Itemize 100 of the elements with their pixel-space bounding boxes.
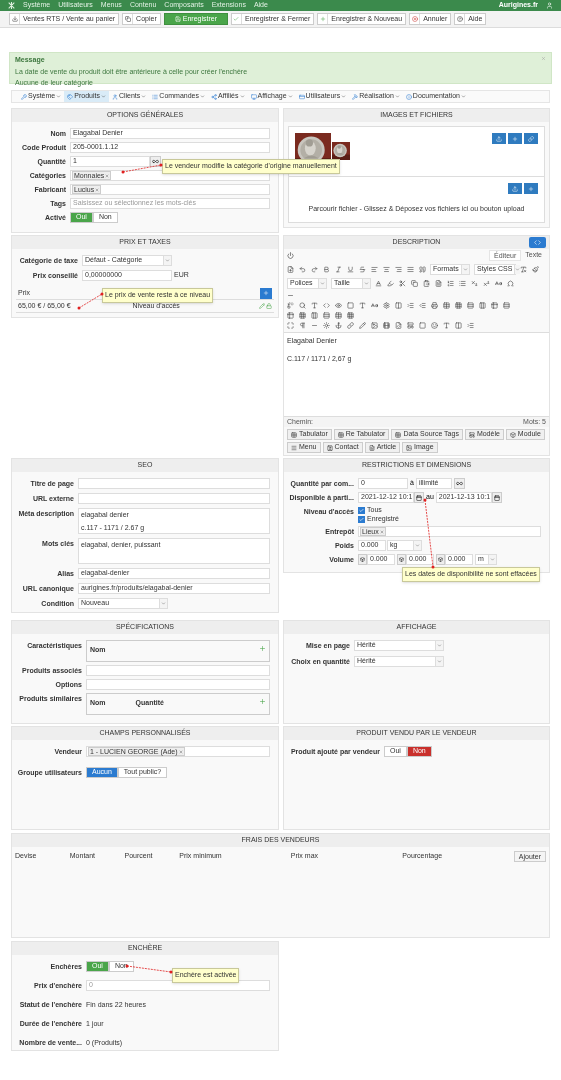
cell-icon[interactable] [287,312,294,319]
style-icon[interactable] [443,322,450,329]
text-field[interactable] [86,665,270,676]
caret-icon [239,94,245,99]
quote-icon[interactable] [419,266,426,273]
rows-icon[interactable] [467,302,474,309]
clear-format-icon[interactable] [520,266,527,273]
paste-text-icon[interactable] [435,280,442,287]
align-justify-icon[interactable] [407,266,414,273]
link-button[interactable] [524,133,538,144]
fullscreen-icon[interactable] [287,322,294,329]
template-icon[interactable] [407,322,414,329]
cube-icon [360,557,365,562]
code-toggle-button[interactable] [529,237,546,248]
outdent-icon[interactable] [419,302,426,309]
settings-icon[interactable] [383,302,390,309]
text-field[interactable] [78,478,270,489]
align-left-icon[interactable] [371,266,378,273]
plus-icon[interactable] [259,698,266,705]
table-props-icon[interactable] [335,312,342,319]
highlighter-icon[interactable] [387,280,394,287]
strikethrough-icon[interactable] [359,266,366,273]
numbered-list-icon[interactable] [447,280,454,287]
printer-icon[interactable] [431,302,438,309]
search-icon[interactable] [299,302,306,309]
infinity-icon [455,480,463,487]
cut-icon[interactable] [399,280,406,287]
box-icon[interactable] [419,322,426,329]
hr-icon[interactable] [311,322,318,329]
row-insert-icon[interactable] [503,302,510,309]
link-icon[interactable] [347,322,354,329]
paintbrush-icon[interactable] [532,266,539,273]
add-button[interactable] [508,133,522,144]
pilcrow-icon[interactable] [299,322,306,329]
sun-icon[interactable] [323,322,330,329]
image-icon[interactable] [371,322,378,329]
align-center-icon[interactable] [383,266,390,273]
caret-icon [320,281,325,286]
table-icon [337,431,344,438]
paste-icon[interactable] [423,280,430,287]
emoji-icon[interactable] [431,322,438,329]
insert-icon[interactable] [467,322,474,329]
font-case-icon[interactable] [371,302,378,309]
file-code-icon[interactable] [395,322,402,329]
text-field[interactable] [86,679,270,690]
italic-icon[interactable] [335,266,342,273]
checkbox[interactable] [358,506,365,514]
case-icon[interactable] [495,280,502,287]
add-button[interactable] [260,287,272,299]
delete-row-icon[interactable] [323,312,330,319]
preview-icon[interactable] [335,302,342,309]
grid-icon[interactable] [455,302,462,309]
replace-icon[interactable] [287,302,294,309]
table-columns-icon[interactable] [479,302,486,309]
calendar-button[interactable] [414,492,424,503]
table-icon[interactable] [443,302,450,309]
tags-icon [67,93,74,100]
superscript-icon[interactable] [483,280,490,287]
plus-icon[interactable] [259,645,266,652]
text-field[interactable] [78,493,270,504]
indent-icon[interactable] [407,302,414,309]
user-icon[interactable] [546,2,553,9]
caret-icon [341,94,347,99]
lock-icon[interactable] [266,303,272,309]
infinity-button[interactable] [150,156,161,167]
underline-icon[interactable] [347,266,354,273]
split-cells-icon[interactable] [311,312,318,319]
checkbox[interactable] [358,515,365,523]
font-size-icon[interactable] [359,302,366,309]
pencil-icon[interactable] [259,303,265,309]
copy-icon[interactable] [411,280,418,287]
table-cells-icon[interactable] [491,302,498,309]
align-right-icon[interactable] [395,266,402,273]
edit-link-icon[interactable] [359,322,366,329]
code-icon[interactable] [323,302,330,309]
merge-cells-icon[interactable] [299,312,306,319]
remove-icon [178,749,183,754]
bold-icon[interactable] [323,266,330,273]
horizontal-line-icon[interactable] [287,292,294,299]
text-color-icon[interactable] [375,280,382,287]
redo-icon[interactable] [311,266,318,273]
logo-icon[interactable] [8,2,15,9]
undo-icon[interactable] [299,266,306,273]
anchor-icon[interactable] [335,322,342,329]
upload-button[interactable] [492,133,506,144]
infinity-button[interactable] [453,478,465,489]
new-document-icon[interactable] [287,266,294,273]
delete-table-icon[interactable] [347,312,354,319]
type-icon[interactable] [311,302,318,309]
columns-icon[interactable] [395,302,402,309]
subscript-icon[interactable] [471,280,478,287]
power-icon[interactable] [287,251,294,259]
split-icon[interactable] [455,322,462,329]
upload-button[interactable] [508,183,522,194]
caret-icon [364,281,369,286]
add-button[interactable] [524,183,538,194]
omega-icon[interactable] [507,280,514,287]
calendar-button[interactable] [491,492,502,503]
bullet-list-icon[interactable] [459,280,466,287]
media-icon[interactable] [383,322,390,329]
